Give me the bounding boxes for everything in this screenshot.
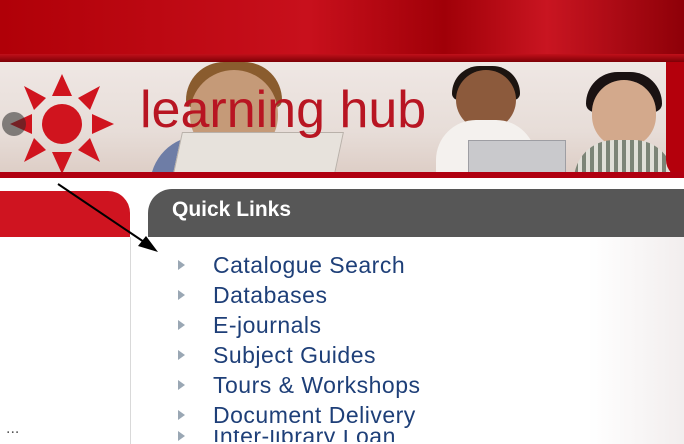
bullet-arrow-icon [178,350,185,360]
bullet-arrow-icon [178,431,185,441]
bullet-arrow-icon [178,260,185,270]
banner-edge [666,62,684,178]
quick-link-catalogue-search[interactable]: Catalogue Search [178,250,420,280]
quick-links-list: Catalogue Search Databases E-journals Su… [178,250,420,442]
bullet-arrow-icon [178,380,185,390]
quick-link-label[interactable]: Catalogue Search [213,250,405,280]
left-column-panel [0,237,131,444]
quick-link-label[interactable]: Inter-library Loan [213,430,396,442]
quick-link-label[interactable]: Tours & Workshops [213,370,420,400]
quick-link-subject-guides[interactable]: Subject Guides [178,340,420,370]
quick-link-label[interactable]: Databases [213,280,327,310]
quick-link-tours-workshops[interactable]: Tours & Workshops [178,370,420,400]
left-column-tab[interactable] [0,191,130,237]
bullet-arrow-icon [178,290,185,300]
bullet-arrow-icon [178,320,185,330]
quick-link-label[interactable]: E-journals [213,310,322,340]
quick-link-label[interactable]: Document Delivery [213,400,416,430]
quick-links-title: Quick Links [172,198,292,221]
banner-divider [0,172,684,178]
bullet-arrow-icon [178,410,185,420]
quick-link-document-delivery[interactable]: Document Delivery [178,400,420,430]
quick-link-e-journals[interactable]: E-journals [178,310,420,340]
banner: learning hub [0,62,684,178]
quick-link-inter-library-loan[interactable]: Inter-library Loan [178,430,420,442]
top-header-bar [0,0,684,62]
truncated-text: ... [6,420,20,437]
person-photo [592,80,656,148]
sun-logo-icon [2,74,114,174]
quick-link-label[interactable]: Subject Guides [213,340,376,370]
quick-link-databases[interactable]: Databases [178,280,420,310]
brand-title: learning hub [140,81,427,139]
